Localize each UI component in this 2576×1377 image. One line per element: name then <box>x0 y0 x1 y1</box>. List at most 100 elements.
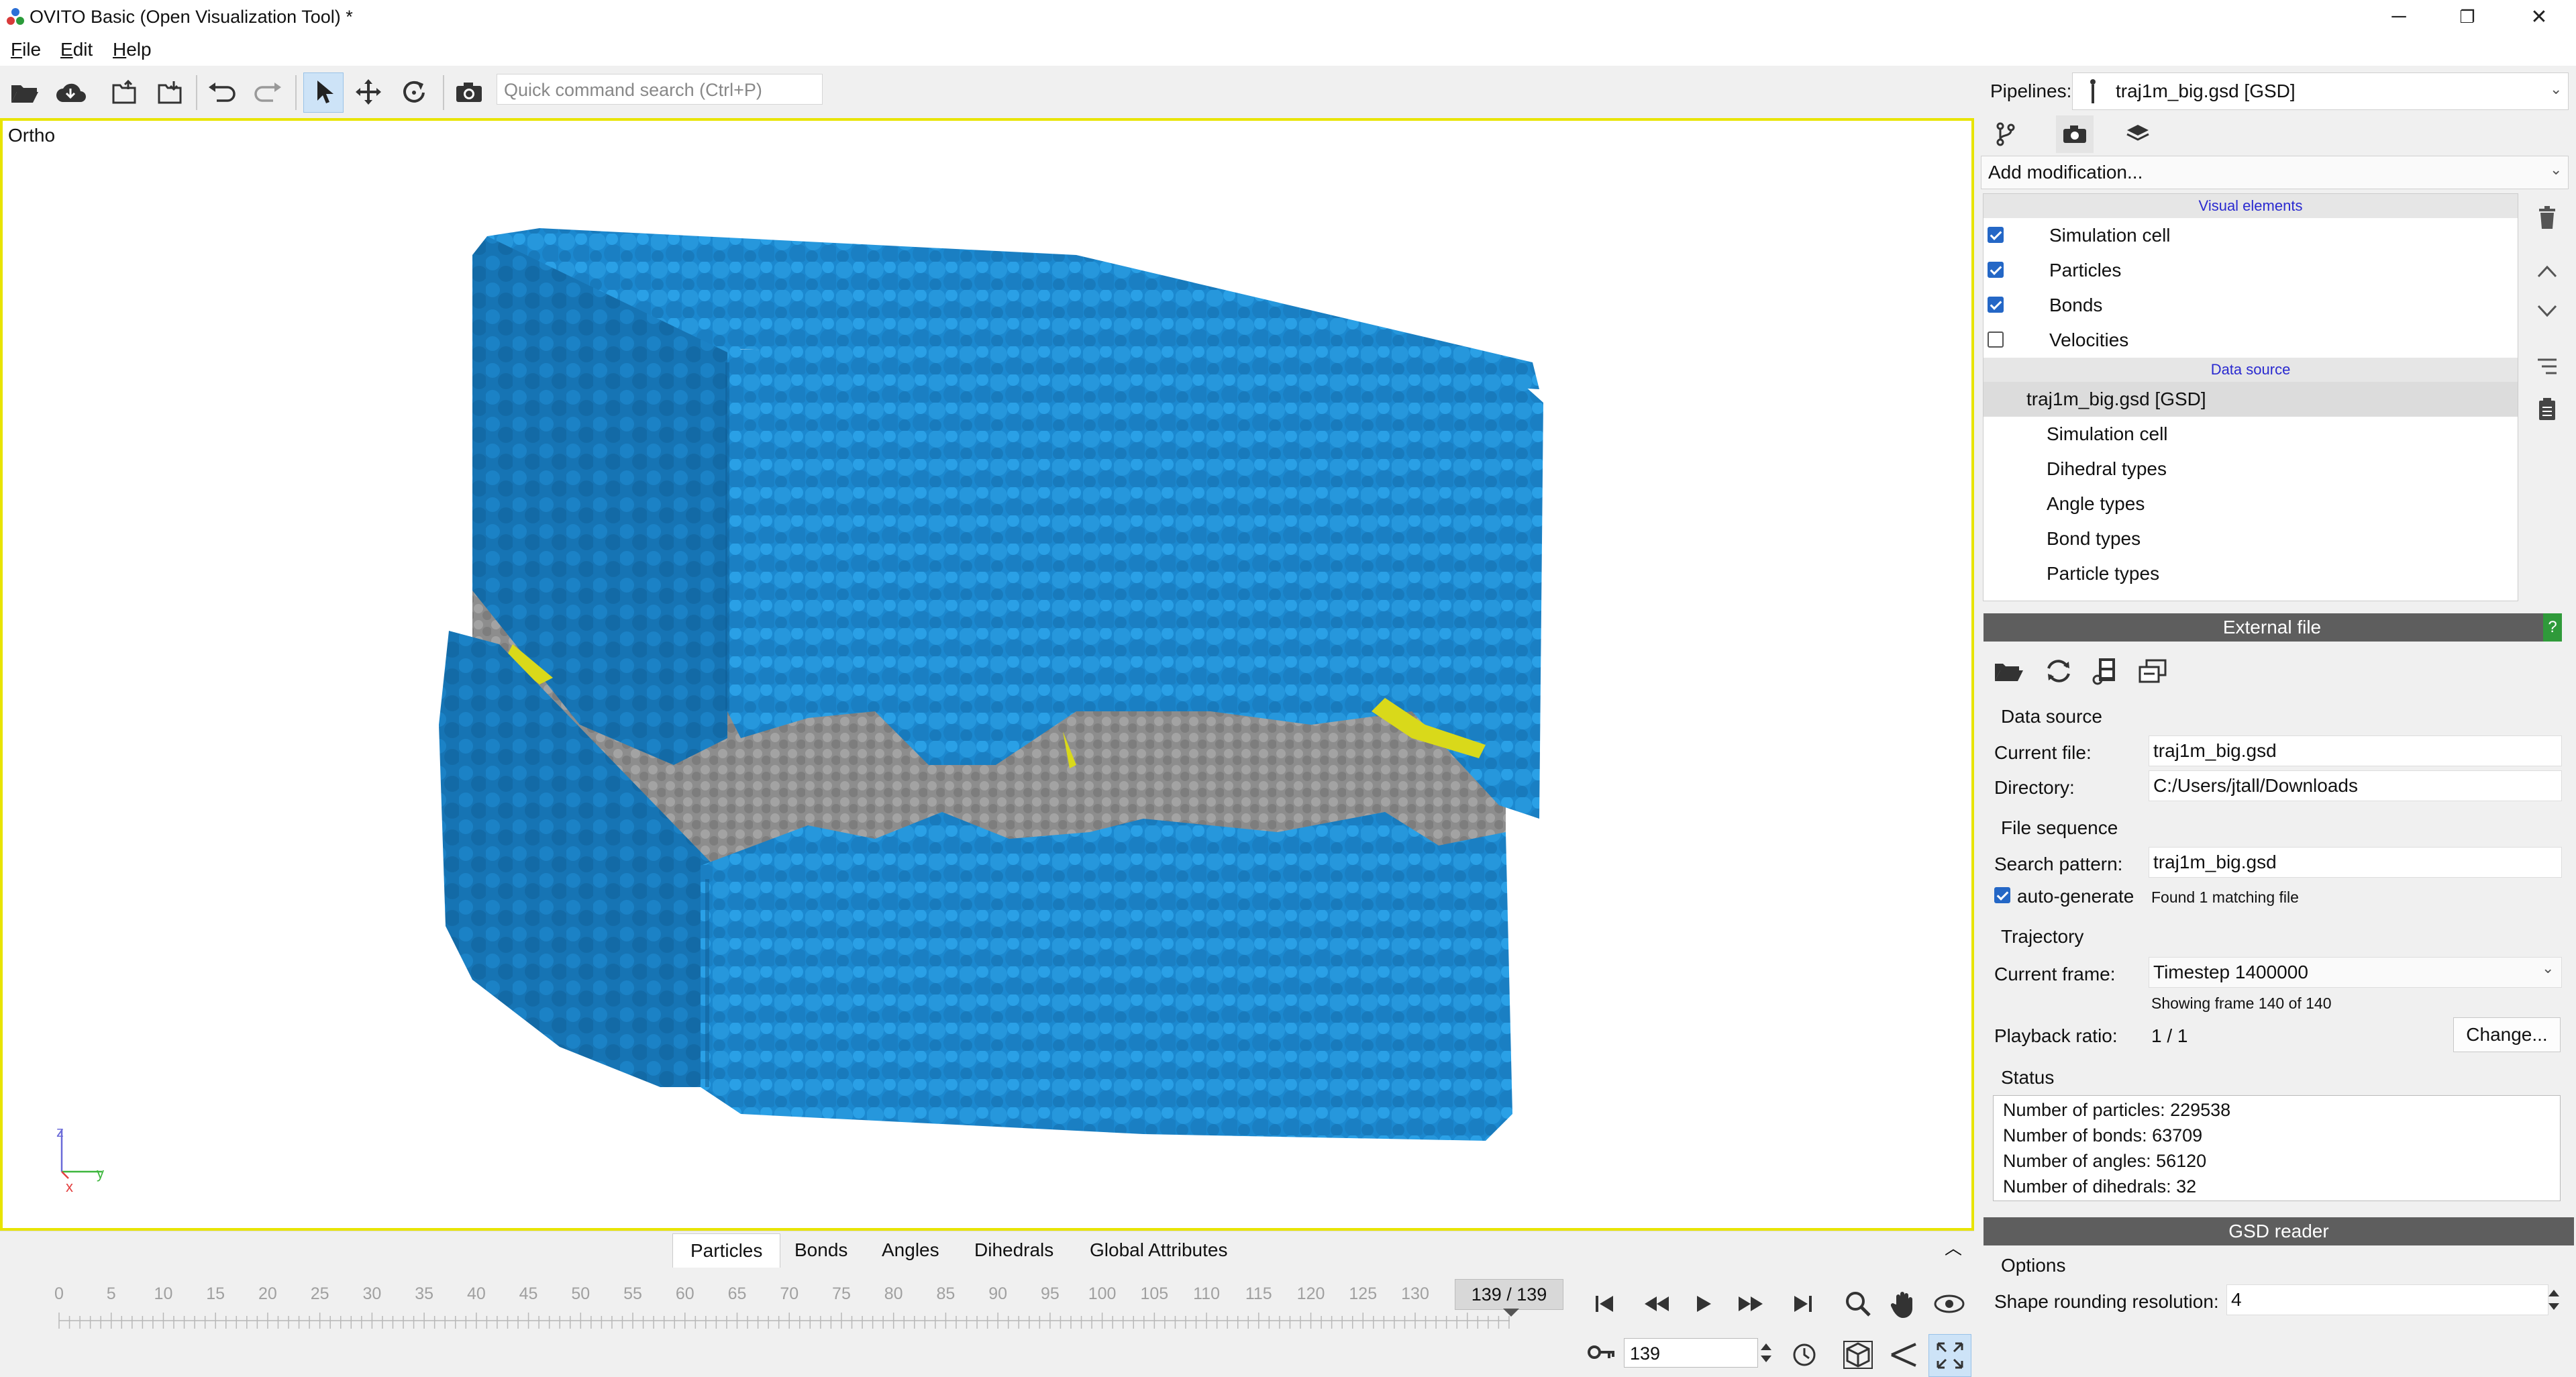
tab-dihedrals[interactable]: Dihedrals <box>957 1233 1071 1267</box>
animation-settings-icon[interactable] <box>1784 1334 1825 1376</box>
visual-element-checkbox[interactable] <box>1988 332 2004 348</box>
pipeline-selector[interactable]: traj1m_big.gsd [GSD] <box>2072 72 2569 110</box>
timeline-frame-indicator[interactable]: 139 / 139 <box>1455 1279 1563 1310</box>
clipboard-icon[interactable] <box>2528 391 2566 428</box>
auto-generate-checkbox[interactable] <box>1994 887 2010 903</box>
tab-global-attributes[interactable]: Global Attributes <box>1072 1233 1245 1267</box>
move-down-icon[interactable] <box>2528 293 2566 330</box>
play-icon[interactable] <box>1683 1283 1724 1325</box>
auto-generate-label: auto-generate <box>2017 886 2134 907</box>
timeline-slider-handle[interactable] <box>1503 1309 1519 1317</box>
data-object-row[interactable]: Bond types <box>1983 521 2518 556</box>
change-playback-button[interactable]: Change... <box>2453 1017 2561 1052</box>
axis-y-label: y <box>97 1165 104 1182</box>
options-label: Options <box>2001 1255 2066 1276</box>
directory-label: Directory: <box>1994 777 2075 798</box>
maximize-button[interactable]: ❐ <box>2430 0 2504 34</box>
gsd-reader-header: GSD reader <box>1983 1217 2574 1245</box>
visual-element-checkbox[interactable] <box>1988 227 2004 243</box>
timeline-tick-label: 100 <box>1088 1284 1117 1303</box>
status-line: Number of bonds: 63709 <box>2003 1125 2203 1145</box>
data-object-row[interactable]: Dihedral types <box>1983 452 2518 487</box>
render-tab-icon[interactable] <box>2056 115 2094 153</box>
visual-element-row[interactable]: Particles <box>1983 253 2518 288</box>
menu-help-label: elp <box>126 39 152 60</box>
jump-start-icon[interactable] <box>1584 1283 1625 1325</box>
animation-timeline[interactable]: 0 5 10 15 20 25 30 35 40 45 50 55 60 65 70 75 80 85 90 95 10… <box>0 1272 1563 1375</box>
orbit-mode-icon[interactable] <box>395 72 433 111</box>
status-label: Status <box>2001 1067 2055 1088</box>
timeline-tick-label: 75 <box>832 1284 851 1303</box>
menu-file[interactable]: File <box>11 39 41 60</box>
timeline-tick-label: 90 <box>988 1284 1008 1303</box>
help-button[interactable]: ? <box>2543 613 2562 642</box>
delete-icon[interactable] <box>2528 199 2566 236</box>
data-source-item[interactable]: traj1m_big.gsd [GSD] <box>1983 382 2518 417</box>
add-modification-dropdown[interactable]: Add modification... <box>1981 156 2569 189</box>
undo-icon[interactable] <box>203 72 242 111</box>
menu-file-label: ile <box>22 39 42 60</box>
minimize-button[interactable]: ─ <box>2362 0 2436 34</box>
fov-icon[interactable] <box>1883 1334 1924 1376</box>
shape-rounding-spinner[interactable]: 4 <box>2226 1284 2548 1315</box>
quick-command-search[interactable]: Quick command search (Ctrl+P) <box>497 74 823 105</box>
timeline-tick-label: 95 <box>1040 1284 1060 1303</box>
timeline-ruler <box>58 1313 1510 1329</box>
chevron-down-icon[interactable]: ⌄ <box>2542 960 2554 977</box>
maximize-viewport-icon[interactable] <box>1928 1334 1971 1377</box>
animation-key-icon[interactable] <box>1588 1343 1616 1361</box>
pick-file-icon[interactable] <box>1990 652 2028 690</box>
visual-elements-header: Visual elements <box>1983 194 2518 218</box>
pan-mode-icon[interactable] <box>349 72 388 111</box>
visual-element-row[interactable]: Simulation cell <box>1983 218 2518 253</box>
directory-field[interactable]: C:/Users/jtall/Downloads <box>2149 770 2562 801</box>
visual-element-row[interactable]: Bonds <box>1983 288 2518 323</box>
overlays-tab-icon[interactable] <box>2119 115 2157 153</box>
collapse-inspector-icon[interactable]: ︿ <box>1945 1235 1962 1260</box>
list-options-icon[interactable] <box>2528 348 2566 385</box>
tab-angles[interactable]: Angles <box>864 1233 957 1267</box>
export-icon[interactable] <box>105 72 144 111</box>
viewport-ortho[interactable]: Ortho z x y <box>0 118 1974 1231</box>
current-frame-spinner[interactable]: 139 <box>1624 1338 1758 1368</box>
hand-pan-icon[interactable] <box>1883 1283 1924 1325</box>
chevron-down-icon[interactable]: ⌄ <box>2550 81 2562 98</box>
data-object-row[interactable]: Simulation cell <box>1983 417 2518 452</box>
pipeline-editor-list[interactable]: Visual elements Simulation cell Particles… <box>1983 193 2518 601</box>
data-object-row[interactable]: Particle types <box>1983 556 2518 591</box>
menu-help[interactable]: Help <box>113 39 152 60</box>
tab-particles[interactable]: Particles <box>672 1233 781 1268</box>
next-frame-icon[interactable] <box>1730 1283 1771 1325</box>
select-mode-icon[interactable] <box>303 72 344 113</box>
pipeline-tab-icon[interactable] <box>1986 115 2024 153</box>
load-remote-icon[interactable] <box>51 72 90 111</box>
render-camera-icon[interactable] <box>450 72 488 111</box>
trajectory-frames-icon[interactable] <box>2087 652 2124 690</box>
status-line: Number of particles: 229538 <box>2003 1100 2231 1120</box>
tab-bonds[interactable]: Bonds <box>777 1233 865 1267</box>
open-file-icon[interactable] <box>5 72 44 111</box>
jump-end-icon[interactable] <box>1782 1283 1824 1325</box>
visual-element-row[interactable]: Velocities <box>1983 323 2518 358</box>
status-box: Number of particles: 229538 Number of bon… <box>1993 1095 2561 1201</box>
multi-file-icon[interactable] <box>2134 652 2171 690</box>
redo-icon[interactable] <box>248 72 287 111</box>
data-object-row[interactable]: Angle types <box>1983 487 2518 521</box>
menu-edit[interactable]: Edit <box>60 39 93 60</box>
visual-element-checkbox[interactable] <box>1988 297 2004 313</box>
reload-icon[interactable] <box>2040 652 2077 690</box>
close-button[interactable]: ✕ <box>2502 0 2576 34</box>
chevron-down-icon[interactable]: ⌄ <box>2550 161 2562 178</box>
search-pattern-input[interactable]: traj1m_big.gsd <box>2149 847 2562 878</box>
current-file-field[interactable]: traj1m_big.gsd <box>2149 735 2562 766</box>
prev-frame-icon[interactable] <box>1636 1283 1678 1325</box>
visual-element-checkbox[interactable] <box>1988 262 2004 278</box>
viewport-cube-icon[interactable] <box>1837 1334 1879 1376</box>
move-up-icon[interactable] <box>2528 252 2566 290</box>
orbit-view-icon[interactable] <box>1928 1283 1970 1325</box>
export-data-icon[interactable] <box>150 72 189 111</box>
spinner-arrows-icon[interactable] <box>2547 1284 2561 1315</box>
zoom-icon[interactable] <box>1837 1283 1879 1325</box>
current-frame-dropdown[interactable]: Timestep 1400000 <box>2149 957 2562 988</box>
spinner-arrows-icon[interactable] <box>1759 1339 1773 1366</box>
